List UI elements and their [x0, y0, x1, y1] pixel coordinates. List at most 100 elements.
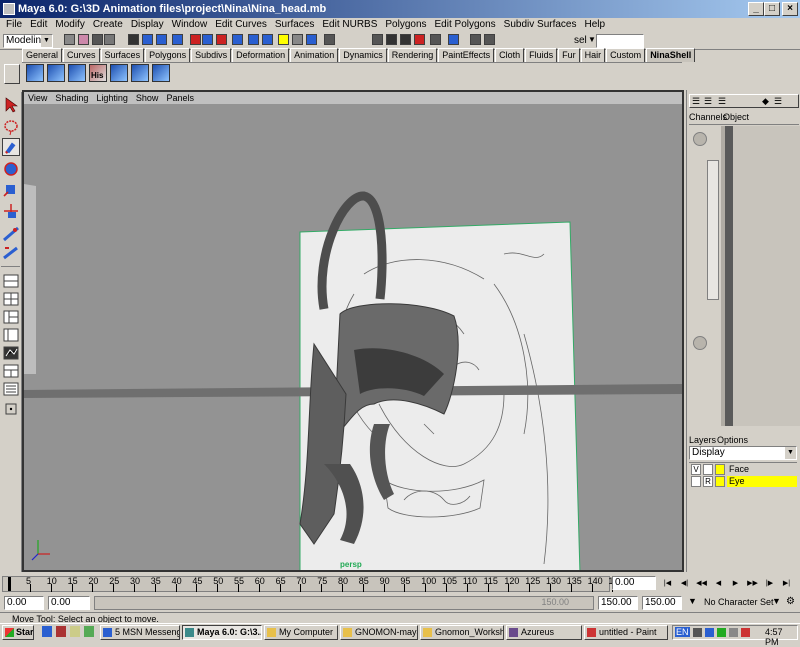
shelf-tab-painteffects[interactable]: PaintEffects [438, 48, 495, 62]
outliner-layout-icon[interactable] [2, 326, 20, 344]
time-slider[interactable]: 5 10 15 20 25 30 35 40 45 50 55 60 65 70 75 80 85 90 95 100… [0, 574, 800, 594]
status-line-icon-14[interactable] [262, 34, 273, 45]
menu-subdiv-surfaces[interactable]: Subdiv Surfaces [500, 18, 581, 32]
shelf-tool-2-icon[interactable] [47, 64, 65, 82]
perspective-viewport[interactable]: View Shading Lighting Show Panels persp [22, 90, 684, 572]
shelf-tab-fluids[interactable]: Fluids [525, 48, 558, 62]
paint-select-tool-icon[interactable] [2, 138, 20, 156]
quick-launch-icon-2[interactable] [56, 626, 66, 637]
taskbar-item[interactable]: Maya 6.0: G:\3... [182, 625, 262, 640]
tray-icon-2[interactable] [705, 628, 714, 637]
menu-display[interactable]: Display [127, 18, 168, 32]
status-line-icon-13[interactable] [248, 34, 259, 45]
select-tool-icon[interactable] [2, 96, 20, 114]
menu-window[interactable]: Window [168, 18, 212, 32]
current-time-field[interactable]: 0.00 [612, 576, 656, 590]
layer-visibility-toggle[interactable] [691, 476, 701, 487]
attribute-editor-toggle-icon[interactable]: ☰ [704, 96, 712, 107]
menu-surfaces[interactable]: Surfaces [271, 18, 318, 32]
mode-selector[interactable]: Modeling ▼ [3, 34, 53, 48]
status-line-icon-8[interactable] [172, 34, 183, 45]
range-start-field[interactable]: 0.00 [48, 596, 90, 610]
sel-dropdown-icon[interactable]: ▼ [588, 35, 596, 44]
go-to-end-icon[interactable]: ▶| [779, 577, 794, 591]
channel-box-layer-icon[interactable]: ☰ [774, 96, 782, 107]
viewport-menu-lighting[interactable]: Lighting [92, 92, 132, 104]
status-line-icon-7[interactable] [156, 34, 167, 45]
shelf-tab-custom[interactable]: Custom [606, 48, 646, 62]
quick-select-input[interactable] [596, 34, 644, 48]
menu-edit-polygons[interactable]: Edit Polygons [431, 18, 500, 32]
shelf-tab-surfaces[interactable]: Surfaces [100, 48, 145, 62]
status-line-icon-9[interactable] [190, 34, 201, 45]
shelf-tab-polygons[interactable]: Polygons [145, 48, 191, 62]
hypershade-layout-icon[interactable] [2, 362, 20, 380]
menu-polygons[interactable]: Polygons [381, 18, 430, 32]
channel-box-toggle-icon[interactable]: ☰ [692, 96, 700, 107]
range-bar[interactable]: 150.00 [94, 596, 594, 610]
taskbar-item[interactable]: Azureus [506, 625, 582, 640]
status-line-icon-12[interactable] [232, 34, 243, 45]
taskbar-item[interactable]: untitled - Paint [584, 625, 668, 640]
quick-launch-icon-4[interactable] [84, 626, 94, 637]
range-end-field[interactable]: 150.00 [598, 596, 638, 610]
layer-mode-selector[interactable]: Display ▼ [689, 446, 797, 460]
soft-mod-tool-icon[interactable] [2, 224, 20, 242]
step-back-frame-icon[interactable]: ◀◀ [694, 577, 709, 591]
graph-layout-icon[interactable] [2, 344, 20, 362]
tray-icon-5[interactable] [741, 628, 750, 637]
channels-tab[interactable]: Channels [689, 112, 727, 122]
status-line-icon-10[interactable] [202, 34, 213, 45]
start-button[interactable]: Start [2, 625, 34, 640]
step-back-key-icon[interactable]: ◀| [677, 577, 692, 591]
layer-color-swatch[interactable] [715, 476, 725, 487]
tray-icon-1[interactable] [693, 628, 702, 637]
menu-file[interactable]: File [2, 18, 26, 32]
script-editor-layout-icon[interactable] [2, 380, 20, 398]
channel-scrollbar[interactable] [707, 160, 719, 300]
shelf-tool-3-icon[interactable] [68, 64, 86, 82]
shelf-tab-rendering[interactable]: Rendering [387, 48, 438, 62]
shelf-tab-cloth[interactable]: Cloth [495, 48, 525, 62]
lasso-tool-icon[interactable] [2, 118, 20, 136]
quick-launch-icon-3[interactable] [70, 626, 80, 637]
menu-help[interactable]: Help [581, 18, 610, 32]
current-time-marker[interactable] [8, 577, 11, 591]
language-indicator[interactable]: EN [675, 627, 690, 637]
menu-edit[interactable]: Edit [26, 18, 51, 32]
status-line-icon-24[interactable] [448, 34, 459, 45]
tray-icon-4[interactable] [729, 628, 738, 637]
taskbar-item[interactable]: GNOMON-maya-H... [340, 625, 418, 640]
menu-edit-curves[interactable]: Edit Curves [211, 18, 271, 32]
shelf-tool-5-icon[interactable] [110, 64, 128, 82]
menu-edit-nurbs[interactable]: Edit NURBS [318, 18, 381, 32]
layer-display-type-toggle[interactable] [703, 464, 713, 475]
shelf-tab-ninashell[interactable]: NinaShell [646, 48, 696, 62]
tool-settings-toggle-icon[interactable]: ☰ [718, 96, 726, 107]
status-line-icon-3[interactable] [92, 34, 103, 45]
rotate-tool-icon[interactable] [2, 160, 20, 178]
status-line-icon-26[interactable] [484, 34, 495, 45]
status-line-icon-5[interactable] [128, 34, 139, 45]
character-set-dropdown-icon[interactable]: ▼ [688, 596, 697, 606]
maya-app-icon[interactable] [3, 3, 15, 15]
status-line-icon-1[interactable] [64, 34, 75, 45]
options-menu[interactable]: Options [717, 435, 748, 445]
shelf-tool-7-icon[interactable] [152, 64, 170, 82]
four-pane-layout-icon[interactable] [2, 290, 20, 308]
shelf-tab-curves[interactable]: Curves [63, 48, 100, 62]
manipulator-tool-icon[interactable] [2, 202, 20, 220]
viewport-menu-show[interactable]: Show [132, 92, 163, 104]
layer-name[interactable]: Face [727, 464, 797, 475]
minimize-button[interactable]: _ [748, 2, 764, 16]
show-manipulator-icon[interactable] [2, 244, 20, 262]
maximize-button[interactable]: □ [764, 2, 780, 16]
go-to-start-icon[interactable]: |◀ [660, 577, 675, 591]
status-line-icon-21[interactable] [400, 34, 411, 45]
scale-tool-icon[interactable] [2, 180, 20, 198]
status-line-icon-2[interactable] [78, 34, 89, 45]
status-line-icon-20[interactable] [386, 34, 397, 45]
layer-color-swatch[interactable] [715, 464, 725, 475]
menu-create[interactable]: Create [89, 18, 127, 32]
layer-name[interactable]: Eye [727, 476, 797, 487]
